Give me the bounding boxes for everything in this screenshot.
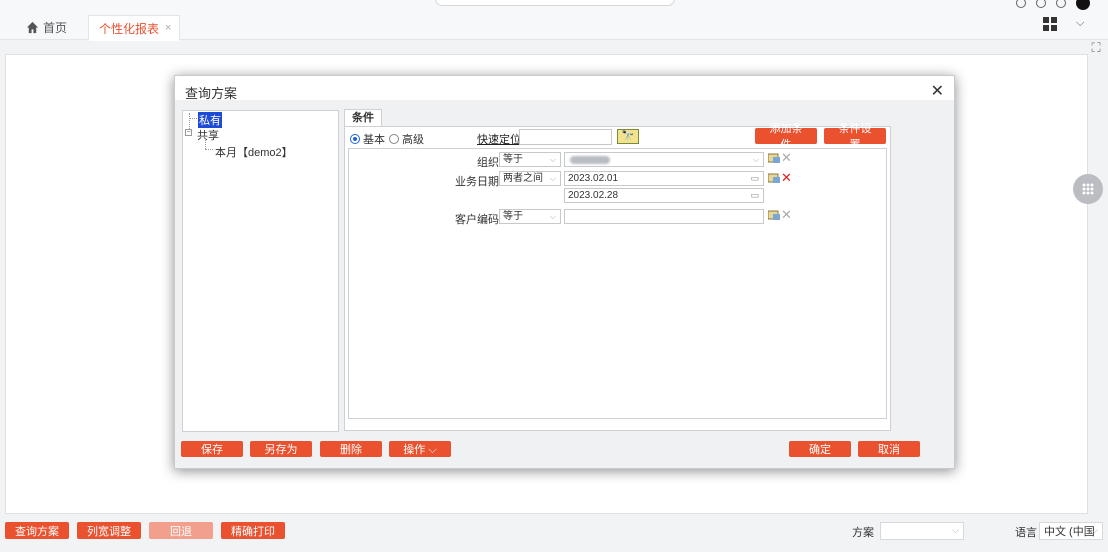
radio-advanced-label: 高级 [402,134,424,146]
chevron-down-icon: ⌵ [549,155,556,164]
tree-collapse-icon[interactable]: − [185,129,192,136]
radio-selected-icon [350,134,360,144]
tab-home-label: 首页 [43,21,68,35]
quick-locate-link[interactable]: 快速定位 [477,131,521,147]
field-label-customer: 客户编码 [455,214,499,226]
tree-line [205,149,213,150]
operator-select-org[interactable]: 等于 ⌵ [499,152,561,167]
chevron-down-icon: ⌵ [549,212,556,221]
fullscreen-icon[interactable]: ⛶ [1088,40,1104,56]
home-icon [26,21,39,34]
tree-node-private[interactable]: 私有 [198,112,222,128]
date-start-value: 2023.02.01 [568,173,619,184]
grid-menu-button[interactable] [1043,17,1057,34]
radio-unselected-icon [389,134,399,144]
delete-button[interactable]: 删除 [320,441,382,457]
chevron-down-icon[interactable]: ⌵ [1076,17,1084,30]
tree-node-shared[interactable]: 共享 [197,127,219,143]
plan-select[interactable]: ⌵ [880,522,964,540]
top-bar: 首页 个性化报表 × ⌵ [0,0,1108,41]
operator-value: 两者之间 [503,173,543,184]
date-start-input[interactable]: 2023.02.01 ▭ [564,171,764,186]
language-select-value: 中文 (中国 [1044,526,1095,538]
delete-row-icon[interactable]: ✕ [781,151,792,164]
query-plan-button[interactable]: 查询方案 [5,522,69,539]
binoculars-icon[interactable]: 🔭 [617,129,639,144]
operator-value: 等于 [503,211,523,222]
top-right-icons [1016,0,1090,10]
reference-icon[interactable] [768,173,780,184]
calendar-icon[interactable]: ▭ [750,172,759,185]
tree-line [189,118,197,119]
precise-print-button[interactable]: 精确打印 [221,522,285,539]
tab-custom-report-label: 个性化报表 [99,21,160,36]
ok-button[interactable]: 确定 [789,441,851,457]
tab-custom-report[interactable]: 个性化报表 × [88,15,181,41]
calendar-icon[interactable]: ▭ [750,189,759,202]
save-as-button[interactable]: 另存为 [250,441,312,457]
value-select-org[interactable]: ⌵ [564,152,764,167]
radio-basic-label: 基本 [363,134,385,146]
operator-select-date[interactable]: 两者之间 ⌵ [499,171,561,186]
notification-icon[interactable] [1036,0,1046,8]
blurred-value [570,156,610,164]
chevron-down-icon: ⌵ [549,174,556,183]
customer-code-input[interactable] [564,209,764,224]
query-plan-dialog: 查询方案 ✕ 私有 − 共享 本月【demo2】 条件 基本 高级 快速定位 � [174,75,955,469]
operator-value: 等于 [503,154,523,165]
language-label: 语言 [1015,527,1037,539]
cancel-button[interactable]: 取消 [858,441,920,457]
reference-icon[interactable] [768,210,780,221]
condition-settings-button[interactable]: 条件设置 [824,123,886,151]
chevron-down-icon: ⌵ [752,155,759,164]
grid-icon [1043,17,1057,31]
add-condition-button[interactable]: 添加条件 [755,123,817,151]
conditions-panel: 基本 高级 快速定位 🔭 添加条件 条件设置 组织 等于 ⌵ ⌵ ✕ 业务日期 … [344,123,891,431]
date-end-value: 2023.02.28 [568,190,619,201]
quick-locate-input[interactable] [519,129,612,145]
delete-row-icon[interactable]: ✕ [781,208,792,221]
avatar[interactable] [1076,0,1090,10]
floating-menu-button[interactable] [1073,174,1103,204]
save-button[interactable]: 保存 [181,441,243,457]
help-icon[interactable] [1016,0,1026,8]
field-label-date: 业务日期 [455,176,499,188]
dialog-body: 私有 − 共享 本月【demo2】 条件 基本 高级 快速定位 🔭 添加条件 条… [175,100,954,468]
plan-label: 方案 [852,527,874,539]
global-search-input[interactable] [435,0,675,6]
language-select[interactable]: 中文 (中国 ⌵ [1039,522,1103,540]
back-button[interactable]: 回退 [149,522,213,539]
operator-select-customer[interactable]: 等于 ⌵ [499,209,561,224]
field-label-org: 组织 [477,157,499,169]
radio-basic[interactable]: 基本 [350,131,385,147]
date-end-input[interactable]: 2023.02.28 ▭ [564,188,764,203]
operate-button[interactable]: 操作 ⌵ [389,441,451,457]
tree-line [205,138,206,149]
reference-icon[interactable] [768,153,780,164]
tree-node-month[interactable]: 本月【demo2】 [215,144,293,160]
chevron-down-icon: ⌵ [952,525,959,535]
close-icon[interactable]: ✕ [931,81,944,101]
column-width-button[interactable]: 列宽调整 [77,522,141,539]
condition-rows: 组织 等于 ⌵ ⌵ ✕ 业务日期 两者之间 ⌵ 2023.02.01 ▭ 202… [348,148,887,419]
tab-conditions[interactable]: 条件 [344,109,382,126]
tab-home[interactable]: 首页 [26,19,67,36]
delete-row-icon[interactable]: ✕ [781,171,792,184]
settings-icon[interactable] [1056,0,1066,8]
bottom-toolbar: 查询方案 列宽调整 回退 精确打印 方案 ⌵ 语言 中文 (中国 ⌵ [0,516,1108,552]
radio-advanced[interactable]: 高级 [389,131,424,147]
close-icon[interactable]: × [165,22,171,34]
chevron-down-icon: ⌵ [1091,525,1098,535]
plan-tree: 私有 − 共享 本月【demo2】 [182,110,339,432]
dots-grid-icon [1082,183,1094,195]
